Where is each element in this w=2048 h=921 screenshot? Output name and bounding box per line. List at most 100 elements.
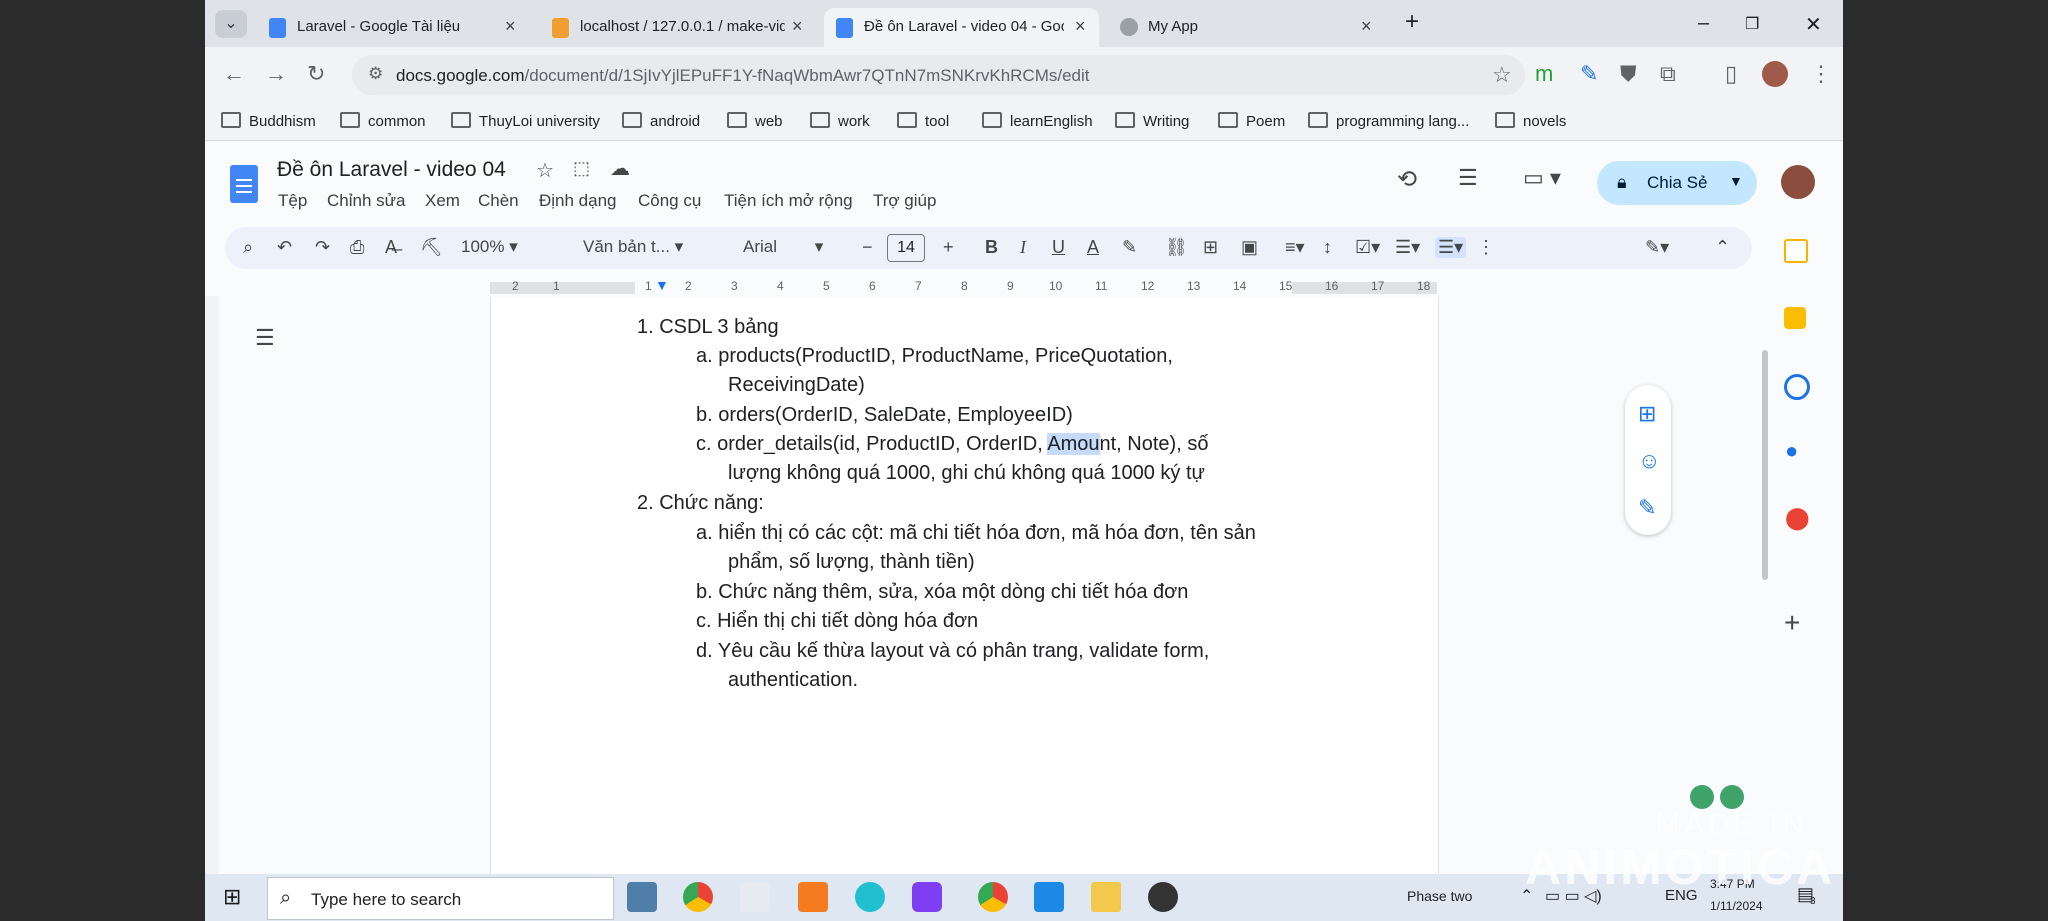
add-comment-icon[interactable]: ⊞ (1203, 237, 1218, 258)
highlight-icon[interactable]: ✎ (1122, 237, 1137, 258)
scrollbar[interactable] (1762, 350, 1768, 580)
bookmark-folder[interactable]: work (810, 112, 870, 130)
menu-file[interactable]: Tệp (278, 191, 307, 211)
bold-icon[interactable]: B (985, 237, 998, 258)
move-folder-icon[interactable]: ⬚ (573, 158, 590, 179)
tab-active-doc[interactable]: Đề ôn Laravel - video 04 - Goo × (824, 8, 1099, 47)
bookmark-folder[interactable]: programming lang... (1308, 112, 1469, 130)
editing-mode-icon[interactable]: ✎▾ (1645, 237, 1669, 258)
tasks-icon[interactable] (1784, 374, 1810, 400)
bookmark-folder[interactable]: Buddhism (221, 112, 316, 130)
bookmark-star-icon[interactable]: ☆ (1492, 62, 1512, 88)
calendar-icon[interactable] (1784, 239, 1808, 263)
close-icon[interactable]: × (505, 16, 516, 37)
font-size-input[interactable]: 14 (887, 234, 925, 262)
maps-icon[interactable]: ⬤ (1785, 505, 1810, 531)
vscode-icon[interactable] (1034, 882, 1064, 912)
url-bar[interactable]: ⚙ docs.google.com/document/d/1SjIvYjlEPu… (352, 55, 1525, 95)
bookmark-folder[interactable]: common (340, 112, 426, 130)
menu-format[interactable]: Định dạng (539, 191, 617, 211)
menu-help[interactable]: Trợ giúp (873, 191, 936, 211)
close-icon[interactable]: × (1361, 16, 1372, 37)
file-explorer-icon[interactable] (1091, 882, 1121, 912)
app-icon[interactable] (740, 882, 770, 912)
bookmark-folder[interactable]: novels (1495, 112, 1566, 130)
bookmark-folder[interactable]: android (622, 112, 700, 130)
link-icon[interactable]: ⛓ (1165, 237, 1188, 258)
menu-edit[interactable]: Chỉnh sửa (327, 191, 405, 211)
bookmark-folder[interactable]: web (727, 112, 783, 130)
redo-icon[interactable]: ↷ (315, 237, 330, 258)
tab-laravel-docs[interactable]: Laravel - Google Tài liệu × (257, 8, 532, 47)
decrease-font-icon[interactable]: − (862, 237, 873, 258)
meet-icon[interactable]: ▭ ▾ (1523, 165, 1561, 191)
style-select[interactable]: Văn bản t... ▾ (583, 237, 683, 257)
bookmark-folder[interactable]: Writing (1115, 112, 1189, 130)
menu-insert[interactable]: Chèn (478, 191, 519, 211)
tab-search-button[interactable]: ⌄ (215, 10, 247, 38)
spellcheck-icon[interactable]: A̶ (385, 237, 397, 258)
keep-icon[interactable] (1784, 307, 1806, 329)
app-icon[interactable] (912, 882, 942, 912)
increase-font-icon[interactable]: + (943, 237, 954, 258)
menu-tools[interactable]: Công cụ (638, 191, 701, 211)
extension-icon[interactable]: m (1535, 61, 1553, 87)
close-icon[interactable]: × (792, 16, 803, 37)
more-icon[interactable]: ⋮ (1477, 237, 1495, 258)
insert-image-icon[interactable]: ▣ (1241, 237, 1258, 258)
menu-extensions[interactable]: Tiện ích mở rộng (724, 191, 853, 211)
indent-marker-icon[interactable]: ▼ (655, 277, 669, 293)
menu-icon[interactable]: ⋮ (1810, 61, 1832, 87)
add-comment-icon[interactable]: ⊞ (1638, 401, 1656, 427)
collapse-icon[interactable]: ⌃ (1715, 237, 1730, 258)
close-icon[interactable]: × (1075, 16, 1086, 37)
star-icon[interactable]: ☆ (536, 158, 554, 183)
windows-start-icon[interactable]: ⊞ (223, 884, 241, 910)
bookmark-folder[interactable]: tool (897, 112, 949, 130)
print-icon[interactable]: ⎙ (350, 237, 364, 258)
new-tab-icon[interactable]: + (1405, 8, 1419, 36)
line-spacing-icon[interactable]: ↕ (1323, 237, 1332, 258)
checklist-icon[interactable]: ☑▾ (1355, 237, 1380, 258)
underline-icon[interactable]: U (1052, 237, 1065, 258)
app-icon[interactable] (627, 882, 657, 912)
site-info-icon[interactable]: ⚙ (368, 64, 383, 84)
tab-phpmyadmin[interactable]: localhost / 127.0.0.1 / make-vid × (540, 8, 815, 47)
tab-my-app[interactable]: My App × (1108, 8, 1383, 47)
cloud-status-icon[interactable]: ☁ (610, 156, 630, 181)
contacts-icon[interactable]: ● (1785, 438, 1798, 464)
forward-icon[interactable]: → (265, 61, 287, 87)
chrome-icon[interactable] (683, 882, 713, 912)
taskbar-search-input[interactable]: ⌕ Type here to search (267, 877, 614, 920)
search-icon[interactable]: ⌕ (243, 237, 253, 258)
document-title[interactable]: Đề ôn Laravel - video 04 (277, 158, 506, 182)
app-icon[interactable] (855, 882, 885, 912)
bookmark-folder[interactable]: ThuyLoi university (451, 112, 600, 130)
restore-icon[interactable]: ❐ (1745, 14, 1759, 34)
align-icon[interactable]: ≡▾ (1285, 237, 1305, 258)
docs-logo-icon[interactable] (230, 165, 258, 203)
minimize-icon[interactable]: – (1698, 12, 1709, 35)
sidebar-icon[interactable]: ▯ (1725, 61, 1737, 87)
avatar[interactable] (1762, 61, 1788, 87)
document-page[interactable]: 1. CSDL 3 bảng a. products(ProductID, Pr… (490, 297, 1439, 874)
avatar[interactable] (1781, 165, 1815, 199)
bookmark-folder[interactable]: learnEnglish (982, 112, 1093, 130)
xampp-icon[interactable] (798, 882, 828, 912)
extension-icon[interactable]: ✎ (1580, 61, 1598, 87)
paint-format-icon[interactable]: ⛏ (420, 237, 443, 258)
history-icon[interactable]: ⟲ (1397, 165, 1417, 194)
back-icon[interactable]: ← (223, 61, 245, 87)
widget-label[interactable]: Phase two (1407, 888, 1472, 904)
suggest-edit-icon[interactable]: ✎ (1638, 495, 1656, 521)
add-addon-icon[interactable]: + (1784, 607, 1800, 639)
chrome-icon[interactable] (978, 882, 1008, 912)
numbered-list-icon[interactable]: ☰▾ (1435, 237, 1467, 258)
bulleted-list-icon[interactable]: ☰▾ (1395, 237, 1420, 258)
italic-icon[interactable]: I (1020, 237, 1026, 258)
bookmark-folder[interactable]: Poem (1218, 112, 1285, 130)
zoom-select[interactable]: 100% ▾ (461, 237, 518, 257)
undo-icon[interactable]: ↶ (277, 237, 292, 258)
window-close-icon[interactable]: ✕ (1805, 12, 1822, 37)
comments-icon[interactable]: ☰ (1458, 165, 1478, 191)
